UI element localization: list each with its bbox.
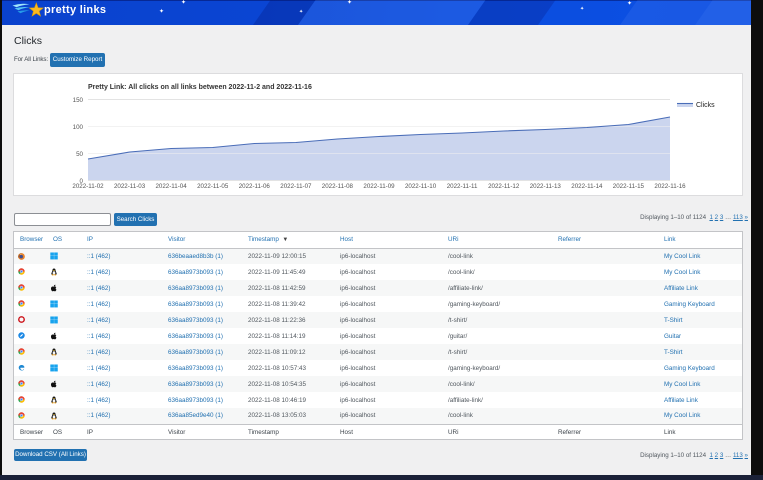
svg-text:2022-11-05: 2022-11-05 — [197, 183, 229, 190]
svg-text:2022-11-11: 2022-11-11 — [447, 183, 478, 190]
svg-text:2022-11-04: 2022-11-04 — [155, 183, 187, 190]
svg-text:2022-11-03: 2022-11-03 — [114, 183, 146, 190]
svg-text:Pretty Link: All clicks on all: Pretty Link: All clicks on all links bet… — [88, 84, 312, 91]
svg-text:2022-11-06: 2022-11-06 — [239, 183, 271, 190]
svg-text:2022-11-14: 2022-11-14 — [571, 183, 603, 190]
svg-text:2022-11-16: 2022-11-16 — [654, 183, 686, 190]
svg-text:2022-11-07: 2022-11-07 — [280, 183, 312, 190]
svg-text:2022-11-15: 2022-11-15 — [613, 183, 645, 190]
svg-text:150: 150 — [73, 97, 84, 104]
svg-text:50: 50 — [76, 151, 83, 158]
svg-text:2022-11-13: 2022-11-13 — [530, 183, 562, 190]
svg-text:2022-11-10: 2022-11-10 — [405, 183, 437, 190]
svg-text:Clicks: Clicks — [696, 102, 715, 109]
svg-text:2022-11-02: 2022-11-02 — [72, 183, 104, 190]
svg-text:2022-11-12: 2022-11-12 — [488, 183, 520, 190]
svg-text:100: 100 — [73, 124, 84, 131]
svg-text:2022-11-09: 2022-11-09 — [363, 183, 395, 190]
svg-text:2022-11-08: 2022-11-08 — [322, 183, 354, 190]
